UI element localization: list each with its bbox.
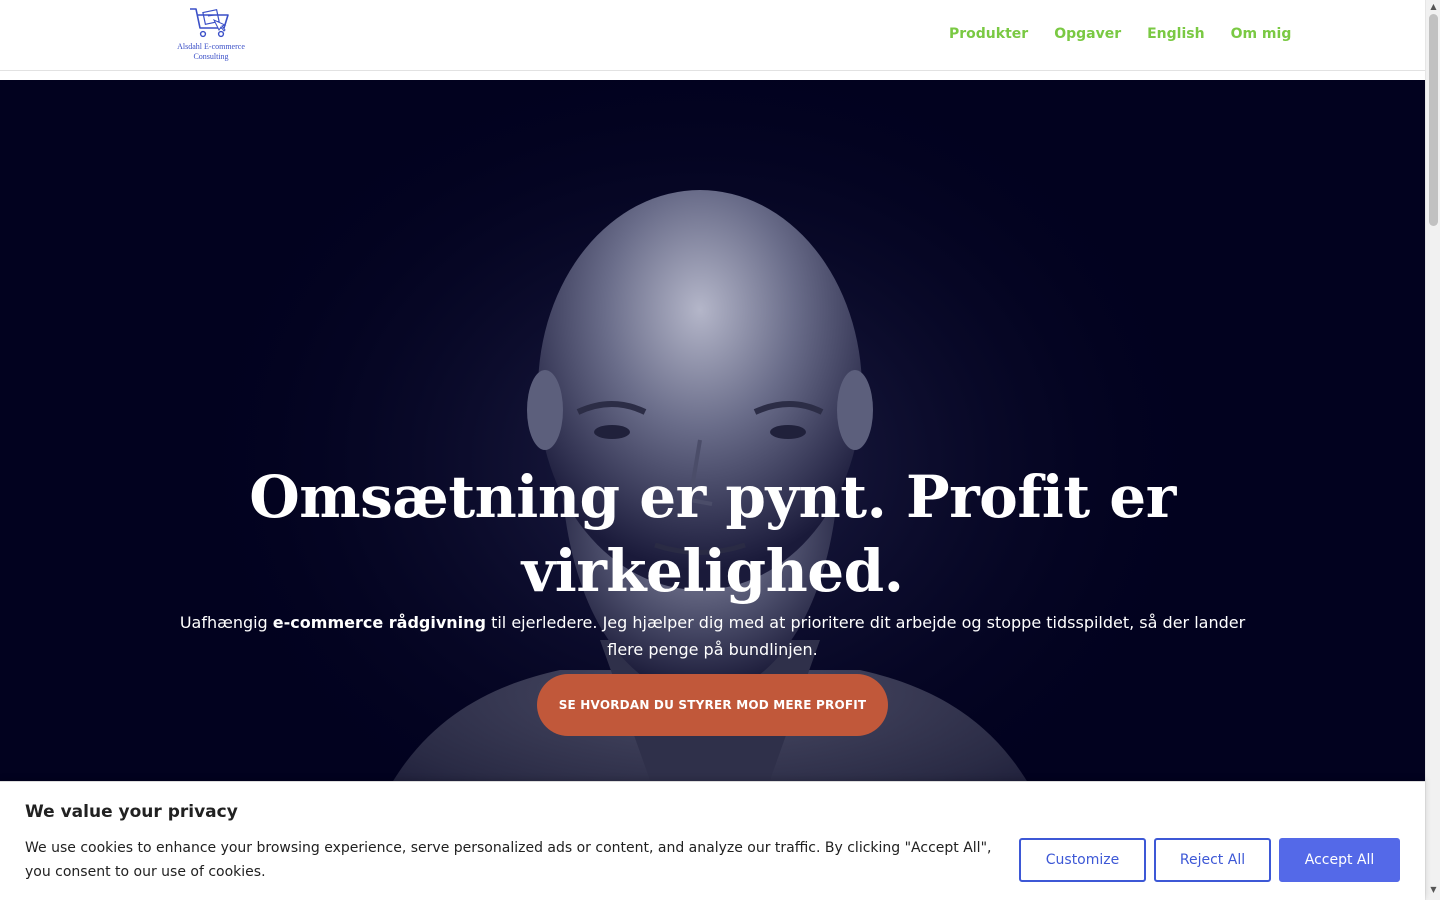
nav-link-english[interactable]: English <box>1147 24 1204 44</box>
customize-button[interactable]: Customize <box>1019 838 1146 882</box>
scroll-up-arrow-icon[interactable]: ▲ <box>1429 3 1438 11</box>
hero-subtitle-lead: Uafhængig <box>179 613 273 632</box>
logo-text: Alsdahl E-commerce Consulting <box>177 42 245 61</box>
nav-link-produkter[interactable]: Produkter <box>949 24 1028 44</box>
site-logo[interactable]: Alsdahl E-commerce Consulting <box>174 6 248 64</box>
scroll-down-arrow-icon[interactable]: ▼ <box>1429 886 1438 894</box>
nav-link-om-mig[interactable]: Om mig <box>1231 24 1292 44</box>
shopping-cart-icon <box>190 8 229 38</box>
nav-link-opgaver[interactable]: Opgaver <box>1054 24 1121 44</box>
hero-title: Omsætning er pynt. Profit er virkelighed… <box>249 463 1176 605</box>
cookie-banner-title: We value your privacy <box>25 802 238 822</box>
reject-all-button[interactable]: Reject All <box>1154 838 1271 882</box>
hero-subtitle: Uafhængig e-commerce rådgivning til ejer… <box>160 609 1265 663</box>
accept-all-button[interactable]: Accept All <box>1279 838 1400 882</box>
hero-cta-button[interactable]: SE HVORDAN DU STYRER MOD MERE PROFIT <box>537 674 888 736</box>
main-nav: Produkter Opgaver English Om mig <box>949 24 1291 44</box>
scrollbar-thumb[interactable] <box>1429 14 1438 226</box>
hero-section: Omsætning er pynt. Profit er virkelighed… <box>0 80 1425 900</box>
hero-subtitle-highlight: e-commerce rådgivning <box>272 613 486 632</box>
cookie-banner-text: We use cookies to enhance your browsing … <box>25 840 992 880</box>
page-scrollbar[interactable]: ▲ ▼ <box>1425 0 1440 900</box>
cookie-consent-banner: We value your privacy We use cookies to … <box>0 781 1425 900</box>
page: Alsdahl E-commerce Consulting Produkter … <box>0 0 1440 900</box>
hero-subtitle-rest: til ejerledere. Jeg hjælper dig med at p… <box>485 613 1246 659</box>
site-header: Alsdahl E-commerce Consulting Produkter … <box>0 0 1425 71</box>
